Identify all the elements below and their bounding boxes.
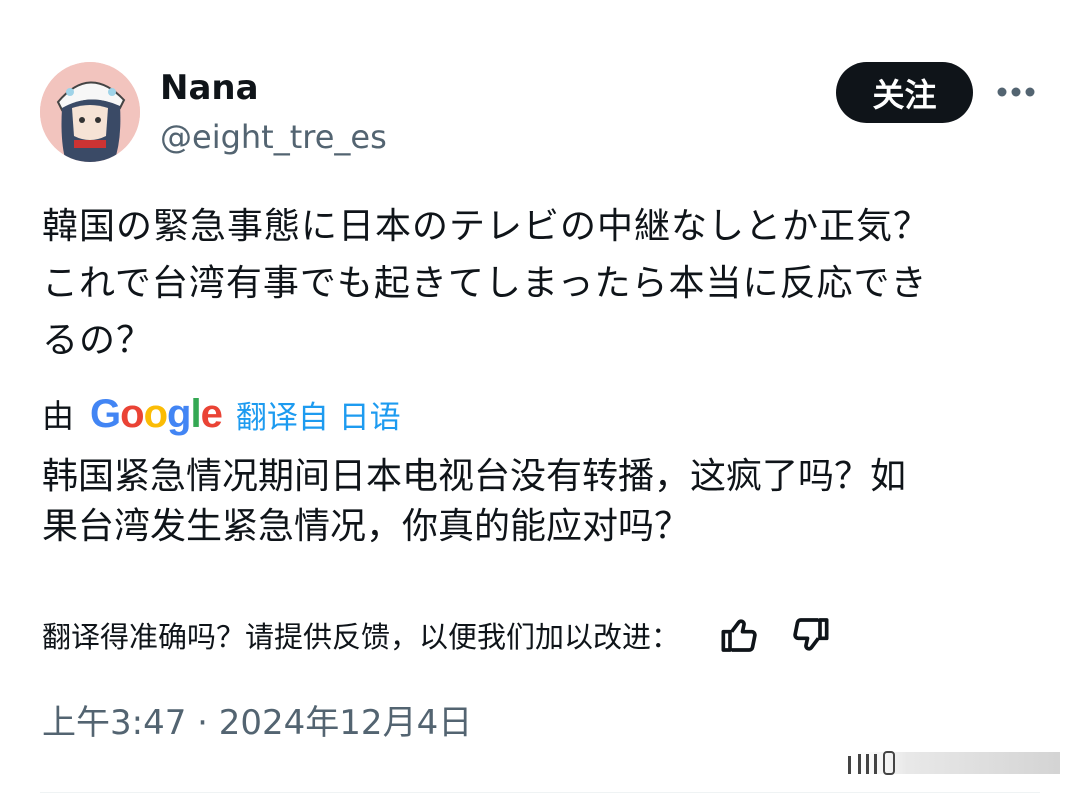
- translated-text-line: 韩国紧急情况期间日本电视台没有转播，这疯了吗？如: [42, 456, 907, 497]
- display-name[interactable]: Nana: [160, 68, 259, 108]
- thumbs-up-icon: [721, 619, 757, 652]
- watermark-image: [840, 742, 1060, 782]
- translation-feedback: 翻译得准确吗？请提供反馈，以便我们加以改进：: [42, 608, 834, 662]
- more-horizontal-icon: [997, 87, 1035, 97]
- user-handle[interactable]: @eight_tre_es: [160, 118, 387, 156]
- translated-text: 韩国紧急情况期间日本电视台没有转播，这疯了吗？如 果台湾发生紧急情况，你真的能应…: [42, 452, 1042, 552]
- follow-button[interactable]: 关注: [836, 62, 973, 123]
- thumbs-up-button[interactable]: [716, 611, 764, 659]
- anime-girl-avatar-icon: [40, 62, 140, 162]
- tweet-text-line: これで台湾有事でも起きてしまったら本当に反応でき: [42, 263, 928, 304]
- translation-attribution: 由 Google 翻译自 日语: [42, 390, 401, 438]
- translated-from-link[interactable]: 翻译自 日语: [236, 392, 401, 437]
- tweet-text-line: るの？: [42, 320, 154, 361]
- tweet-timestamp[interactable]: 上午3:47 · 2024年12月4日: [42, 700, 472, 746]
- translated-text-line: 果台湾发生紧急情况，你真的能应对吗？: [42, 506, 691, 547]
- avatar[interactable]: [40, 62, 140, 162]
- feedback-prompt: 翻译得准确吗？请提供反馈，以便我们加以改进：: [42, 620, 681, 654]
- tweet-text: 韓国の緊急事態に日本のテレビの中継なしとか正気？ これで台湾有事でも起きてしまっ…: [42, 198, 1042, 369]
- thumbs-down-icon: [793, 618, 829, 651]
- watermark-icon: [840, 751, 1060, 775]
- translation-prefix: 由: [42, 397, 75, 435]
- google-logo: Google: [90, 391, 223, 436]
- thumbs-down-button[interactable]: [786, 611, 834, 659]
- tweet-text-line: 韓国の緊急事態に日本のテレビの中継なしとか正気？: [42, 206, 931, 247]
- divider: [40, 792, 1040, 793]
- more-options-button[interactable]: [994, 72, 1038, 112]
